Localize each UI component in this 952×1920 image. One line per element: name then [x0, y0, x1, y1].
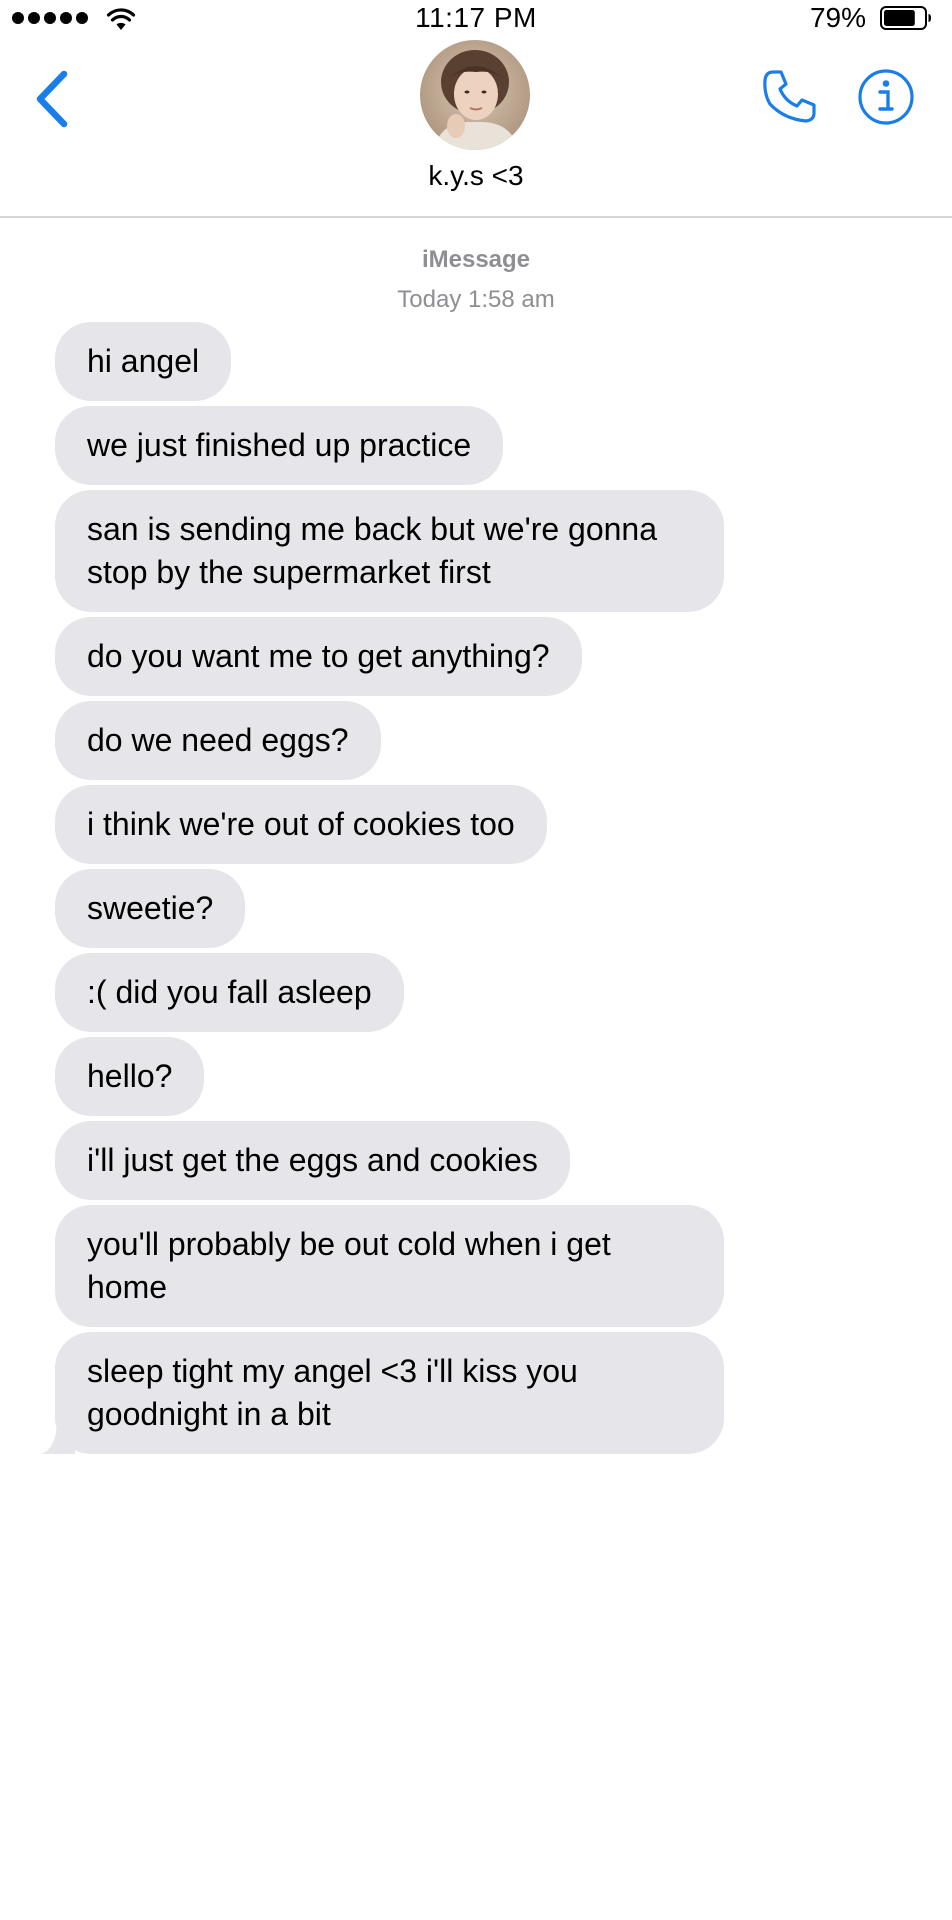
conversation-header: k.y.s <3 — [0, 40, 952, 218]
info-icon[interactable] — [857, 68, 915, 126]
message-bubble[interactable]: :( did you fall asleep — [55, 953, 404, 1032]
message-timestamp: Today 1:58 am — [397, 286, 555, 313]
message-bubble[interactable]: i think we're out of cookies too — [55, 785, 547, 864]
message-text: sleep tight my angel <3 i'll kiss you go… — [87, 1353, 578, 1432]
bubble-tail-icon — [41, 1424, 75, 1454]
service-label: iMessage — [421, 246, 531, 273]
message-bubble[interactable]: sweetie? — [55, 869, 246, 948]
message-bubble[interactable]: do we need eggs? — [55, 701, 381, 780]
battery-percent: 79% — [809, 2, 866, 33]
message-bubble[interactable]: hi angel — [55, 322, 232, 401]
message-bubble[interactable]: san is sending me back but we're gonna s… — [55, 490, 724, 612]
battery-icon — [880, 6, 931, 30]
message-bubble-last[interactable]: sleep tight my angel <3 i'll kiss you go… — [41, 1332, 724, 1454]
avatar-image — [420, 40, 530, 150]
message-bubble[interactable]: do you want me to get anything? — [55, 617, 582, 696]
message-bubble[interactable]: we just finished up practice — [55, 406, 504, 485]
message-thread[interactable]: iMessage Today 1:58 am hi angel we just … — [0, 218, 952, 1920]
status-bar: 11:17 PM 79% — [0, 0, 952, 40]
contact-avatar[interactable] — [420, 40, 530, 150]
message-list: hi angel we just finished up practice sa… — [41, 322, 915, 1454]
message-bubble[interactable]: i'll just get the eggs and cookies — [55, 1121, 570, 1200]
contact-name[interactable]: k.y.s <3 — [0, 160, 952, 192]
message-bubble[interactable]: you'll probably be out cold when i get h… — [55, 1205, 724, 1327]
back-chevron-icon[interactable] — [30, 66, 74, 132]
phone-icon[interactable] — [760, 68, 818, 126]
message-bubble[interactable]: hello? — [55, 1037, 205, 1116]
